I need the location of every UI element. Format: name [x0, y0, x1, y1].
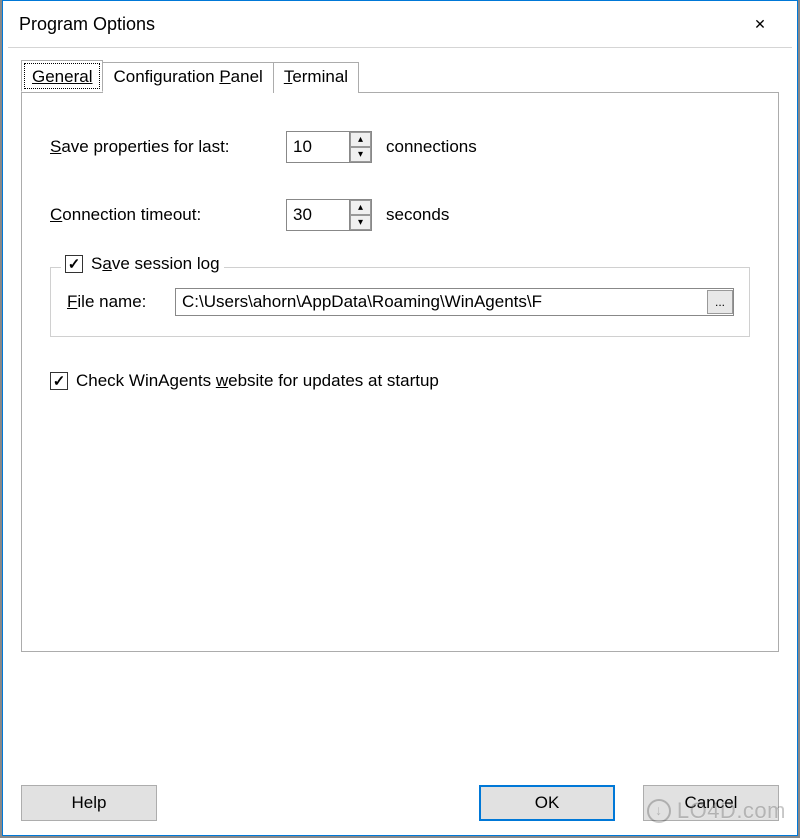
ok-button[interactable]: OK [479, 785, 615, 821]
suffix-seconds: seconds [386, 205, 449, 225]
file-name-input[interactable] [175, 288, 734, 316]
spinbox-save-properties [286, 131, 372, 163]
row-save-properties: Save properties for last: connections [50, 131, 750, 163]
checkbox-check-updates[interactable]: Check WinAgents website for updates at s… [50, 371, 750, 391]
tab-general[interactable]: General [21, 60, 103, 92]
tab-row: General Configuration Panel Terminal [21, 62, 779, 93]
spin-down-icon[interactable] [350, 147, 371, 162]
content-area: General Configuration Panel Terminal Sav… [3, 48, 797, 653]
spin-up-icon[interactable] [350, 200, 371, 215]
groupbox-session-log: Save session log File name: ... [50, 267, 750, 337]
spin-up-icon[interactable] [350, 132, 371, 147]
label-save-properties: Save properties for last: [50, 137, 286, 157]
label-file-name: File name: [67, 292, 175, 312]
spin-down-icon[interactable] [350, 215, 371, 230]
watermark: LO4D.com [647, 798, 786, 824]
checkbox-save-session-log[interactable]: Save session log [61, 254, 224, 274]
browse-button[interactable]: ... [707, 290, 733, 314]
tab-configuration-panel[interactable]: Configuration Panel [102, 62, 273, 93]
suffix-connections: connections [386, 137, 477, 157]
row-file-name: File name: ... [67, 288, 733, 316]
spin-buttons [349, 132, 371, 162]
dialog-window: Program Options General Configuration Pa… [2, 0, 798, 836]
checkmark-icon [65, 255, 83, 273]
save-properties-input[interactable] [287, 132, 349, 162]
window-title: Program Options [19, 14, 155, 35]
tab-panel-general: Save properties for last: connections Co… [21, 92, 779, 652]
close-button[interactable] [739, 10, 781, 38]
label-connection-timeout: Connection timeout: [50, 205, 286, 225]
tab-terminal[interactable]: Terminal [273, 62, 359, 93]
help-button[interactable]: Help [21, 785, 157, 821]
row-connection-timeout: Connection timeout: seconds [50, 199, 750, 231]
checkmark-icon [50, 372, 68, 390]
titlebar: Program Options [3, 1, 797, 47]
spinbox-connection-timeout [286, 199, 372, 231]
spin-buttons [349, 200, 371, 230]
connection-timeout-input[interactable] [287, 200, 349, 230]
download-icon [647, 799, 671, 823]
